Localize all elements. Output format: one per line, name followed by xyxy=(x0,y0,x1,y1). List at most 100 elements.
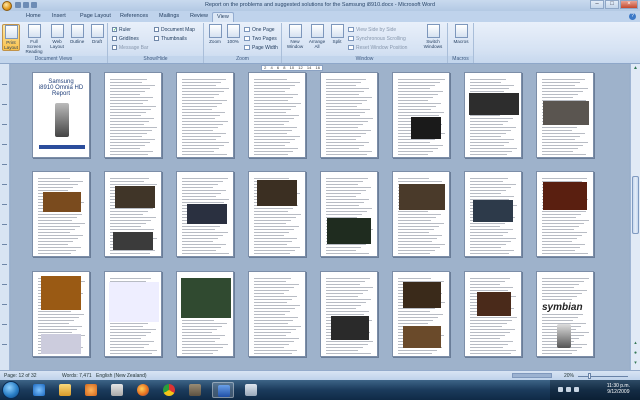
browse-object-icon[interactable]: ● xyxy=(632,350,639,357)
clock[interactable]: 11:30 p.m. 9/12/2009 xyxy=(607,383,630,395)
status-bar: Page: 12 of 32 Words: 7,471 English (New… xyxy=(0,370,640,380)
picture xyxy=(41,334,81,354)
zoom-button[interactable]: Zoom xyxy=(206,24,224,44)
tab-references[interactable]: References xyxy=(116,12,152,22)
page-thumbnail[interactable] xyxy=(176,271,234,357)
minimize-button[interactable]: – xyxy=(590,0,604,9)
split-button[interactable]: Split xyxy=(328,24,346,44)
vertical-scrollbar[interactable]: ▲ ▴ ● ▾ xyxy=(630,64,640,370)
page-count[interactable]: Page: 12 of 32 xyxy=(4,373,37,379)
page-thumbnail[interactable] xyxy=(392,171,450,257)
taskbar-firefox[interactable] xyxy=(132,382,154,398)
zoom-slider[interactable] xyxy=(578,376,628,377)
taskbar-chrome[interactable] xyxy=(158,382,180,398)
thumbnails-checkbox[interactable]: Thumbnails xyxy=(154,35,187,42)
scroll-thumb[interactable] xyxy=(632,176,639,234)
page-thumbnail[interactable] xyxy=(176,72,234,158)
page-thumbnail[interactable] xyxy=(536,171,594,257)
message-bar-checkbox[interactable]: Message Bar xyxy=(112,44,148,51)
full-screen-reading-button[interactable]: Full Screen Reading xyxy=(23,24,45,54)
maximize-button[interactable]: □ xyxy=(605,0,619,9)
taskbar-media-player[interactable] xyxy=(80,382,102,398)
page-thumbnail[interactable] xyxy=(32,171,90,257)
zoom-level[interactable]: 20% xyxy=(564,373,574,379)
cover-title: Samsung i8910 Omnia HD Report xyxy=(38,79,84,97)
page-thumbnail[interactable] xyxy=(392,271,450,357)
page-thumbnail[interactable] xyxy=(104,171,162,257)
previous-page-icon[interactable]: ▴ xyxy=(632,340,639,347)
page-width-button[interactable]: Page Width xyxy=(244,44,278,51)
two-pages-button[interactable]: Two Pages xyxy=(244,35,277,42)
page-thumbnail[interactable] xyxy=(104,271,162,357)
tab-review[interactable]: Review xyxy=(186,12,212,22)
switch-windows-button[interactable]: Switch Windows xyxy=(420,24,446,49)
page-thumbnail[interactable] xyxy=(464,271,522,357)
page-thumbnail[interactable]: Samsung i8910 Omnia HD Report xyxy=(32,72,90,158)
taskbar-app-1[interactable] xyxy=(106,382,128,398)
taskbar-explorer[interactable] xyxy=(54,382,76,398)
macros-group: Macros Macros xyxy=(448,23,474,63)
page-thumbnail[interactable] xyxy=(464,171,522,257)
document-area[interactable]: 2 4 6 8 10 12 14 16 Samsung i8910 Omnia HD Report… xyxy=(11,64,629,370)
new-window-button[interactable]: New Window xyxy=(284,24,306,49)
tab-mailings[interactable]: Mailings xyxy=(155,12,183,22)
reset-window-position-button[interactable]: Reset Window Position xyxy=(348,44,407,51)
page-thumbnail[interactable] xyxy=(248,271,306,357)
tab-insert[interactable]: Insert xyxy=(48,12,70,22)
page-thumbnail[interactable] xyxy=(320,271,378,357)
close-button[interactable]: × xyxy=(620,0,638,9)
arrange-all-button[interactable]: Arrange All xyxy=(307,24,327,49)
view-buttons[interactable] xyxy=(512,373,552,378)
page-thumbnail[interactable] xyxy=(248,171,306,257)
page-thumbnail[interactable] xyxy=(176,171,234,257)
page-thumbnail[interactable] xyxy=(248,72,306,158)
start-button[interactable] xyxy=(2,381,20,399)
draft-button[interactable]: Draft xyxy=(88,24,106,44)
network-icon[interactable] xyxy=(558,387,563,392)
tab-view[interactable]: View xyxy=(212,12,234,22)
page-thumbnail[interactable] xyxy=(32,271,90,357)
web-layout-button[interactable]: Web Layout xyxy=(48,24,66,49)
outline-button[interactable]: Outline xyxy=(68,24,86,44)
ruler-checkbox[interactable]: ✓ Ruler xyxy=(112,26,131,33)
taskbar-app-2[interactable] xyxy=(184,382,206,398)
battery-icon[interactable] xyxy=(574,387,579,392)
gridlines-checkbox[interactable]: Gridlines xyxy=(112,35,139,42)
help-icon[interactable]: ? xyxy=(629,13,636,20)
taskbar-app-3[interactable] xyxy=(240,382,262,398)
vertical-ruler[interactable] xyxy=(0,64,10,370)
page-thumbnail[interactable] xyxy=(464,72,522,158)
taskbar-word[interactable] xyxy=(212,382,234,398)
synchronous-scrolling-button[interactable]: Synchronous Scrolling xyxy=(348,35,406,42)
zoom-group: Zoom 100% One Page Two Pages Page Width … xyxy=(204,23,282,63)
web-layout-icon xyxy=(50,24,64,38)
two-pages-icon xyxy=(244,36,250,41)
one-page-button[interactable]: One Page xyxy=(244,26,275,33)
page-thumbnail[interactable]: symbian xyxy=(536,271,594,357)
zoom-slider-thumb[interactable] xyxy=(588,373,591,379)
scroll-up-icon[interactable]: ▲ xyxy=(632,65,639,72)
page-thumbnail[interactable] xyxy=(320,72,378,158)
window-group: New Window Arrange All Split View Side b… xyxy=(282,23,448,63)
tab-home[interactable]: Home xyxy=(22,12,45,22)
volume-icon[interactable] xyxy=(566,387,571,392)
next-page-icon[interactable]: ▾ xyxy=(632,360,639,367)
taskbar-ie[interactable] xyxy=(28,382,50,398)
macros-button[interactable]: Macros xyxy=(452,24,470,44)
horizontal-ruler[interactable]: 2 4 6 8 10 12 14 16 xyxy=(261,65,323,71)
macros-label: Macros xyxy=(448,56,473,63)
page-thumbnail[interactable] xyxy=(392,72,450,158)
tab-page-layout[interactable]: Page Layout xyxy=(76,12,115,22)
word-icon xyxy=(218,385,230,397)
show-hide-group: ✓ Ruler Gridlines Message Bar Document Ma… xyxy=(108,23,204,63)
language-indicator[interactable]: English (New Zealand) xyxy=(96,373,147,379)
view-side-by-side-button[interactable]: View Side by Side xyxy=(348,26,396,33)
print-layout-button[interactable]: Print Layout xyxy=(2,24,20,51)
app-icon xyxy=(245,384,257,396)
document-map-checkbox[interactable]: Document Map xyxy=(154,26,195,33)
word-count[interactable]: Words: 7,471 xyxy=(62,373,92,379)
page-thumbnail[interactable] xyxy=(536,72,594,158)
zoom-100-button[interactable]: 100% xyxy=(224,24,242,44)
page-thumbnail[interactable] xyxy=(320,171,378,257)
page-thumbnail[interactable] xyxy=(104,72,162,158)
